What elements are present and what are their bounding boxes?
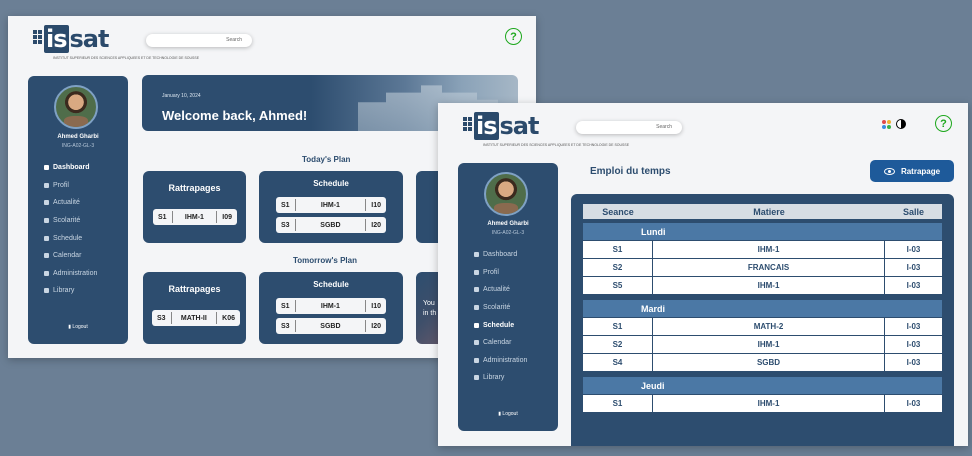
schedule-icon	[44, 235, 49, 241]
schedule-entry: S1 IHM-1 I10	[276, 197, 386, 213]
search-input[interactable]: Search	[146, 34, 252, 47]
sidebar-item-scolarite[interactable]: Scolarité	[474, 299, 527, 317]
issat-logo: is sat INSTITUT SUPERIEUR DES SCIENCES AP…	[463, 112, 629, 147]
day-header-lundi: Lundi	[583, 223, 942, 240]
tomorrow-rattrapages-card[interactable]: Rattrapages S3 MATH-II K06	[143, 272, 246, 344]
table-row: S4 SGBD I-03	[583, 354, 942, 371]
schedule-icon	[474, 322, 479, 328]
dashboard-icon	[474, 252, 479, 258]
table-row: S2 FRANCAIS I-03	[583, 259, 942, 276]
todays-plan-title: Today's Plan	[302, 155, 351, 164]
help-icon[interactable]: ?	[935, 115, 952, 132]
current-date: January 10, 2024	[162, 93, 201, 99]
sidebar-item-scolarite[interactable]: Scolarité	[44, 212, 97, 230]
tomorrow-schedule-card[interactable]: Schedule S1 IHM-1 I10 S3 SGBD I20	[259, 272, 403, 344]
logout-button[interactable]: ▮ Logout	[28, 324, 128, 330]
sidebar-item-actualite[interactable]: Actualité	[474, 281, 527, 299]
page-title: Emploi du temps	[590, 166, 671, 177]
today-rattrapages-card[interactable]: Rattrapages S1 IHM-1 I09	[143, 171, 246, 243]
dark-mode-toggle-icon[interactable]	[896, 119, 906, 129]
tomorrows-plan-title: Tomorrow's Plan	[293, 256, 357, 265]
table-row: S1 IHM-1 I-03	[583, 241, 942, 258]
day-header-jeudi: Jeudi	[583, 377, 942, 394]
profile-icon	[474, 269, 479, 275]
sidebar-item-dashboard[interactable]: Dashboard	[474, 246, 527, 264]
book-icon	[44, 288, 49, 294]
sidebar: Ahmed Gharbi ING-A02-GL-3 Dashboard Prof…	[28, 76, 128, 344]
sidebar-item-administration[interactable]: Administration	[474, 352, 527, 370]
pencil-icon	[44, 200, 49, 206]
sidebar-item-actualite[interactable]: Actualité	[44, 194, 97, 212]
sidebar-item-schedule[interactable]: Schedule	[44, 229, 97, 247]
schedule-entry: S3 SGBD I20	[276, 318, 386, 334]
user-name: Ahmed Gharbi	[487, 221, 529, 227]
user-code: ING-A02-GL-3	[491, 230, 525, 236]
palette-icon[interactable]	[882, 119, 891, 129]
timetable-window: is sat INSTITUT SUPERIEUR DES SCIENCES AP…	[438, 103, 968, 446]
today-schedule-card[interactable]: Schedule S1 IHM-1 I10 S3 SGBD I20	[259, 171, 403, 243]
sidebar-item-calendar[interactable]: Calendar	[44, 247, 97, 265]
profile-icon	[44, 182, 49, 188]
calendar-icon	[44, 253, 49, 259]
timetable-panel: Seance Matiere Salle Lundi S1 IHM-1 I-03 S…	[571, 194, 954, 446]
schedule-entry: S1 IHM-1 I10	[276, 298, 386, 314]
dashboard-icon	[44, 165, 49, 171]
issat-logo: is sat INSTITUT SUPERIEUR DES SCIENCES AP…	[33, 25, 199, 60]
ratrapage-button[interactable]: Ratrapage	[870, 160, 954, 182]
welcome-message: Welcome back, Ahmed!	[162, 108, 308, 123]
book-icon	[474, 375, 479, 381]
day-header-mardi: Mardi	[583, 300, 942, 317]
user-name: Ahmed Gharbi	[57, 134, 99, 140]
sidebar: Ahmed Gharbi ING-A02-GL-3 Dashboard Prof…	[458, 163, 558, 431]
sidebar-item-dashboard[interactable]: Dashboard	[44, 159, 97, 177]
search-input[interactable]: Search	[576, 121, 682, 134]
sidebar-item-calendar[interactable]: Calendar	[474, 334, 527, 352]
table-row: S5 IHM-1 I-03	[583, 277, 942, 294]
column-header-matiere: Matiere	[653, 204, 885, 219]
table-row: S2 IHM-1 I-03	[583, 336, 942, 353]
chat-icon	[474, 357, 479, 363]
help-icon[interactable]: ?	[505, 28, 522, 45]
logout-button[interactable]: ▮ Logout	[458, 411, 558, 417]
eye-icon	[883, 167, 895, 175]
timetable: Seance Matiere Salle Lundi S1 IHM-1 I-03 S…	[583, 203, 942, 413]
sidebar-item-profil[interactable]: Profil	[474, 264, 527, 282]
sidebar-item-administration[interactable]: Administration	[44, 265, 97, 283]
logo-dots-icon	[33, 30, 42, 44]
calendar-icon	[474, 340, 479, 346]
sidebar-item-library[interactable]: Library	[474, 369, 527, 387]
grid-icon	[44, 218, 49, 224]
sidebar-item-profil[interactable]: Profil	[44, 177, 97, 195]
column-header-seance: Seance	[583, 204, 653, 219]
table-row: S1 MATH-2 I-03	[583, 318, 942, 335]
pencil-icon	[474, 287, 479, 293]
avatar	[484, 172, 528, 216]
sidebar-item-library[interactable]: Library	[44, 282, 97, 300]
sidebar-item-schedule[interactable]: Schedule	[474, 316, 527, 334]
avatar	[54, 85, 98, 129]
grid-icon	[474, 305, 479, 311]
user-code: ING-A02-GL-3	[61, 143, 95, 149]
table-row: S1 IHM-1 I-03	[583, 395, 942, 412]
column-header-salle: Salle	[885, 204, 942, 219]
theme-controls	[882, 119, 906, 129]
schedule-entry: S3 SGBD I20	[276, 217, 386, 233]
rattrapage-entry: S1 IHM-1 I09	[153, 209, 237, 225]
logo-dots-icon	[463, 117, 472, 131]
chat-icon	[44, 270, 49, 276]
rattrapage-entry: S3 MATH-II K06	[152, 310, 240, 326]
